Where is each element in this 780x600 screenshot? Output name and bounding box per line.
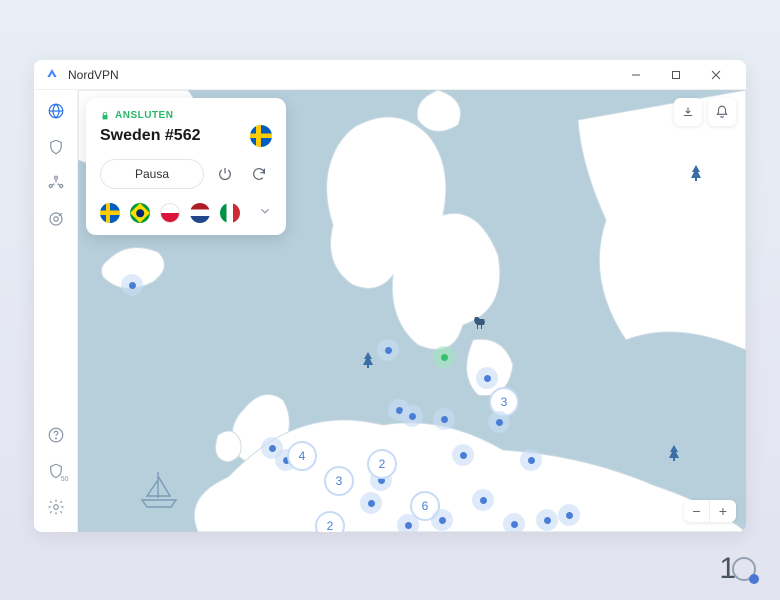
close-button[interactable] (696, 61, 736, 89)
titlebar: NordVPN (34, 60, 746, 90)
flag-sweden-icon (250, 125, 272, 147)
app-title: NordVPN (68, 68, 616, 82)
app-icon (44, 67, 60, 83)
pause-button[interactable]: Pausa (100, 159, 204, 189)
flag-netherlands-icon[interactable] (190, 203, 210, 223)
window-controls (616, 61, 736, 89)
flag-brazil-icon[interactable] (130, 203, 150, 223)
map-marker[interactable] (433, 346, 455, 368)
map-marker[interactable] (503, 513, 525, 532)
map-marker[interactable] (360, 492, 382, 514)
top-corner-controls (674, 98, 736, 126)
sidebar-shield-icon[interactable] (45, 136, 67, 158)
tree-icon (668, 445, 680, 466)
sidebar-shield50-icon[interactable]: 50 (45, 460, 67, 482)
map-marker[interactable] (476, 367, 498, 389)
map-marker[interactable] (488, 411, 510, 433)
flag-poland-icon[interactable] (160, 203, 180, 223)
map-marker[interactable] (377, 339, 399, 361)
map-marker[interactable] (431, 509, 453, 531)
zoom-in-button[interactable]: + (710, 500, 736, 522)
map-marker[interactable] (472, 489, 494, 511)
map-marker[interactable] (536, 509, 558, 531)
notifications-button[interactable] (708, 98, 736, 126)
flag-sweden-icon[interactable] (100, 203, 120, 223)
map-marker[interactable] (452, 444, 474, 466)
refresh-button[interactable] (246, 161, 272, 187)
flag-italy-icon[interactable] (220, 203, 240, 223)
map[interactable]: 34232642 ANSLUTEN Sweden #562 Pausa (78, 90, 746, 532)
sidebar-settings-icon[interactable] (45, 496, 67, 518)
server-name: Sweden #562 (100, 127, 201, 145)
deer-icon (471, 315, 487, 332)
tree-icon (362, 352, 374, 373)
download-button[interactable] (674, 98, 702, 126)
watermark-logo: 1 (719, 552, 756, 586)
quick-connect-flags (100, 203, 272, 223)
chevron-down-icon[interactable] (258, 204, 272, 223)
power-button[interactable] (212, 161, 238, 187)
map-marker[interactable]: 4 (287, 441, 317, 471)
boat-icon (138, 470, 180, 515)
map-marker[interactable] (520, 449, 542, 471)
zoom-controls: − + (684, 500, 736, 522)
map-marker[interactable]: 2 (367, 449, 397, 479)
content: 50 (34, 90, 746, 532)
sidebar-help-icon[interactable] (45, 424, 67, 446)
sidebar-globe-icon[interactable] (45, 100, 67, 122)
status-label: ANSLUTEN (100, 110, 272, 121)
map-marker[interactable] (397, 514, 419, 532)
app-window: NordVPN (34, 60, 746, 532)
sidebar-mesh-icon[interactable] (45, 172, 67, 194)
maximize-button[interactable] (656, 61, 696, 89)
minimize-button[interactable] (616, 61, 656, 89)
tree-icon (690, 165, 702, 186)
connection-panel: ANSLUTEN Sweden #562 Pausa (86, 98, 286, 235)
map-marker[interactable] (121, 274, 143, 296)
map-marker[interactable]: 3 (324, 466, 354, 496)
lock-icon (100, 111, 110, 121)
sidebar-target-icon[interactable] (45, 208, 67, 230)
map-marker[interactable] (558, 504, 580, 526)
zoom-out-button[interactable]: − (684, 500, 710, 522)
map-marker[interactable] (401, 405, 423, 427)
sidebar: 50 (34, 90, 78, 532)
map-marker[interactable] (433, 408, 455, 430)
